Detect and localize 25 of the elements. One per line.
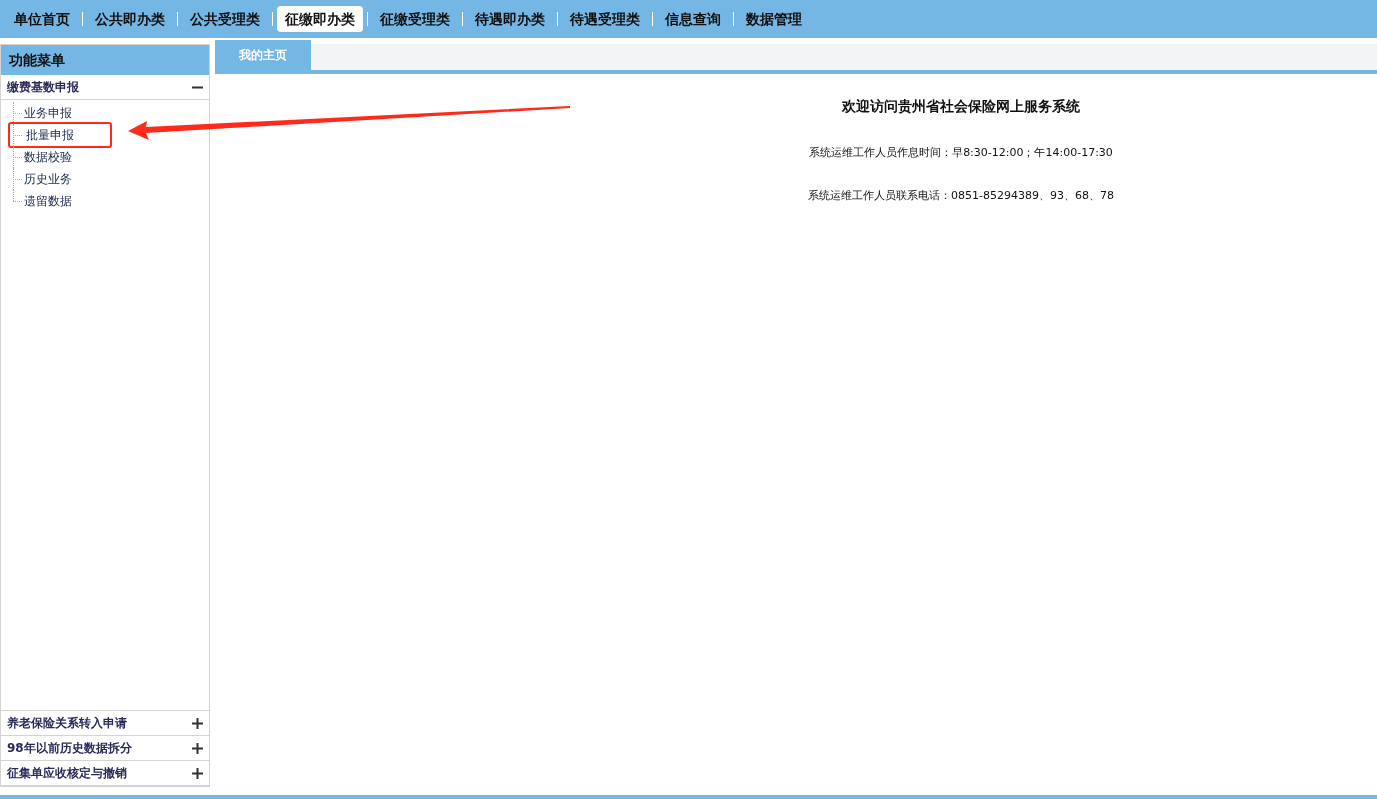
menu-item[interactable]: 数据校验 bbox=[24, 148, 72, 166]
nav-tab[interactable]: 征缴即办类 bbox=[277, 6, 363, 32]
menu-item[interactable]: 业务申报 bbox=[24, 104, 72, 122]
sidebar-title: 功能菜单 bbox=[1, 45, 209, 75]
plus-icon bbox=[192, 767, 203, 779]
nav-tab[interactable]: 待遇即办类 bbox=[467, 6, 553, 32]
menu-item[interactable]: 遗留数据 bbox=[24, 192, 72, 210]
info-line: 系统运维工作人员作息时间：早8:30-12:00；午14:00-17:30 bbox=[809, 145, 1113, 161]
section-title: 征集单应收核定与撤销 bbox=[7, 765, 127, 782]
nav-tab[interactable]: 信息查询 bbox=[657, 6, 729, 32]
section-title: 缴费基数申报 bbox=[7, 79, 79, 96]
nav-tab[interactable]: 公共受理类 bbox=[182, 6, 268, 32]
nav-tab[interactable]: 单位首页 bbox=[6, 6, 78, 32]
nav-tab[interactable]: 待遇受理类 bbox=[562, 6, 648, 32]
nav-tab[interactable]: 征缴受理类 bbox=[372, 6, 458, 32]
nav-tab[interactable]: 公共即办类 bbox=[87, 6, 173, 32]
plus-icon bbox=[192, 717, 203, 729]
welcome-title: 欢迎访问贵州省社会保险网上服务系统 bbox=[842, 97, 1080, 116]
info-line: 系统运维工作人员联系电话：0851-85294389、93、68、78 bbox=[808, 187, 1114, 204]
menu-item[interactable]: 历史业务 bbox=[24, 170, 72, 188]
plus-icon bbox=[192, 742, 203, 754]
menu-item[interactable]: 批量申报 bbox=[26, 126, 74, 144]
section-title: 98年以前历史数据拆分 bbox=[7, 740, 132, 757]
section-title: 养老保险关系转入申请 bbox=[7, 715, 127, 732]
nav-tab[interactable]: 数据管理 bbox=[738, 6, 810, 32]
